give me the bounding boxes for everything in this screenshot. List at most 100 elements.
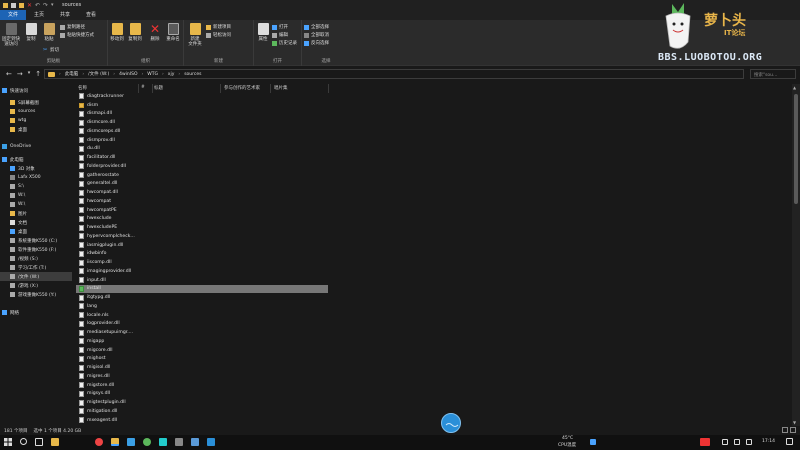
file-row[interactable]: idwbinfo: [76, 250, 328, 259]
tab-view[interactable]: 查看: [78, 10, 104, 20]
file-row[interactable]: hwexcludePE: [76, 223, 328, 232]
up-arrow-icon[interactable]: ↑: [35, 70, 41, 78]
history-button[interactable]: 历史记录: [272, 40, 297, 46]
forward-arrow-icon[interactable]: →: [17, 70, 23, 78]
file-row[interactable]: logprovider.dll: [76, 320, 328, 329]
sidebar-item[interactable]: 文档: [0, 218, 72, 227]
wechat-icon[interactable]: [143, 438, 151, 446]
app-icon-teal[interactable]: [159, 438, 167, 446]
notification-icon[interactable]: [786, 438, 793, 445]
sidebar-item[interactable]: 系统重做K550 (C:): [0, 236, 72, 245]
breadcrumb-segment[interactable]: sources: [184, 72, 201, 77]
sidebar-item[interactable]: wtg: [0, 116, 72, 125]
file-row[interactable]: hwcompat.dll: [76, 188, 328, 197]
pin-quick-access-button[interactable]: 固定到快速访问: [2, 23, 20, 47]
paste-shortcut-button[interactable]: 粘贴快捷方式: [60, 32, 94, 38]
file-row[interactable]: migsys.dll: [76, 390, 328, 399]
search-icon[interactable]: [20, 438, 27, 445]
sidebar-item[interactable]: 桌面: [0, 125, 72, 134]
file-row[interactable]: install: [76, 284, 328, 294]
delete-icon[interactable]: ✕: [27, 2, 32, 8]
breadcrumb-segment[interactable]: WTG: [147, 72, 158, 77]
sidebar-item[interactable]: 3D 对象: [0, 164, 72, 173]
file-row[interactable]: input.dll: [76, 276, 328, 285]
search-input[interactable]: 搜索"sou...: [750, 69, 796, 79]
select-none-button[interactable]: 全部取消: [304, 32, 329, 38]
file-row[interactable]: migcore.dll: [76, 346, 328, 355]
file-row[interactable]: imagingprovider.dll: [76, 267, 328, 276]
undo-icon[interactable]: ↶: [35, 2, 40, 8]
file-row[interactable]: hwcompat: [76, 197, 328, 206]
new-item-button[interactable]: 新建项目: [206, 24, 231, 30]
edit-button[interactable]: 编辑: [272, 32, 288, 38]
file-row[interactable]: lang: [76, 302, 328, 311]
details-view-icon[interactable]: [782, 427, 788, 433]
chrome-app-icon[interactable]: [95, 438, 103, 446]
file-row[interactable]: dism: [76, 101, 328, 110]
file-row[interactable]: iiscomp.dll: [76, 258, 328, 267]
open-button[interactable]: 打开: [272, 24, 288, 30]
file-row[interactable]: gatherosstate: [76, 171, 328, 180]
file-row[interactable]: mitigation.dll: [76, 407, 328, 416]
sidebar-item[interactable]: 软件重做K550 (F:): [0, 245, 72, 254]
tab-file[interactable]: 文件: [0, 10, 27, 20]
file-row[interactable]: facilitator.dll: [76, 153, 328, 162]
rename-button[interactable]: 重命名: [164, 23, 182, 42]
recent-chevron-icon[interactable]: ▾: [28, 70, 31, 78]
column-name[interactable]: 名称: [78, 85, 87, 91]
file-row[interactable]: folderprovider.dll: [76, 162, 328, 171]
battery-icon[interactable]: [746, 439, 752, 445]
sidebar-item[interactable]: Lafx X500: [0, 173, 72, 182]
properties-icon[interactable]: [11, 2, 16, 8]
app-icon-blue[interactable]: [127, 438, 135, 446]
file-row[interactable]: hwexclude: [76, 215, 328, 224]
sidebar-item[interactable]: 此电脑: [0, 155, 72, 164]
column-album[interactable]: 唱片集: [274, 85, 288, 91]
sidebar-item[interactable]: S:\: [0, 182, 72, 191]
file-row[interactable]: migapp: [76, 337, 328, 346]
column-title[interactable]: 标题: [154, 85, 163, 91]
file-row[interactable]: dismcore.dll: [76, 118, 328, 127]
scroll-down-icon[interactable]: ▼: [793, 420, 796, 425]
sidebar-item[interactable]: 快速访问: [0, 86, 72, 95]
file-row[interactable]: mxeagent.dll: [76, 416, 328, 425]
tab-share[interactable]: 共享: [52, 10, 78, 20]
large-icons-view-icon[interactable]: [790, 427, 796, 433]
address-path[interactable]: › 此电脑 › /文件 (W:) › 4winISO › WTG › xjy ›…: [44, 69, 744, 79]
sidebar-item[interactable]: /游戏 (X:): [0, 281, 72, 290]
sidebar-item[interactable]: /文件 (W:): [0, 272, 72, 281]
sidebar-item[interactable]: W:\: [0, 191, 72, 200]
column-artist[interactable]: 参与创作的艺术家: [224, 85, 260, 91]
file-row[interactable]: diagtrackrunner: [76, 92, 328, 101]
new-folder-button[interactable]: 新建 文件夹: [186, 23, 204, 47]
sidebar-item[interactable]: 学习/工作 (T:): [0, 263, 72, 272]
file-row[interactable]: migisol.dll: [76, 363, 328, 372]
properties-button[interactable]: 属性: [254, 23, 272, 42]
settings-gear-icon[interactable]: [175, 438, 183, 446]
file-row[interactable]: mediasetupuimgr....: [76, 328, 328, 337]
column-number[interactable]: #: [141, 85, 145, 90]
file-row[interactable]: hypervcomplcheck...: [76, 232, 328, 241]
sidebar-item[interactable]: OneDrive: [0, 142, 72, 151]
copy-to-button[interactable]: 复制到: [126, 23, 144, 42]
sidebar-item[interactable]: /视频 (S:): [0, 254, 72, 263]
scrollbar-thumb[interactable]: [794, 94, 798, 204]
file-row[interactable]: migres.dll: [76, 372, 328, 381]
sidebar-item[interactable]: W:\: [0, 200, 72, 209]
back-arrow-icon[interactable]: ←: [6, 70, 12, 78]
scroll-up-icon[interactable]: ▲: [793, 85, 796, 90]
file-explorer-active-icon[interactable]: [111, 438, 119, 446]
delete-button[interactable]: ✕ 删除: [146, 23, 164, 42]
clock[interactable]: 17:14: [762, 439, 775, 444]
app-icon-dark-blue[interactable]: [207, 438, 215, 446]
windows-start-icon[interactable]: [4, 438, 12, 446]
breadcrumb-segment[interactable]: 此电脑: [65, 71, 79, 77]
new-folder-icon[interactable]: [19, 2, 24, 8]
file-row[interactable]: locale.nls: [76, 311, 328, 320]
file-row[interactable]: iasmigplugin.dll: [76, 241, 328, 250]
file-row[interactable]: migstore.dll: [76, 381, 328, 390]
tray-app-icon[interactable]: [590, 439, 596, 445]
file-row[interactable]: dismapi.dll: [76, 110, 328, 119]
redo-icon[interactable]: ↷: [43, 2, 48, 8]
explorer-app-icon[interactable]: [51, 438, 59, 446]
